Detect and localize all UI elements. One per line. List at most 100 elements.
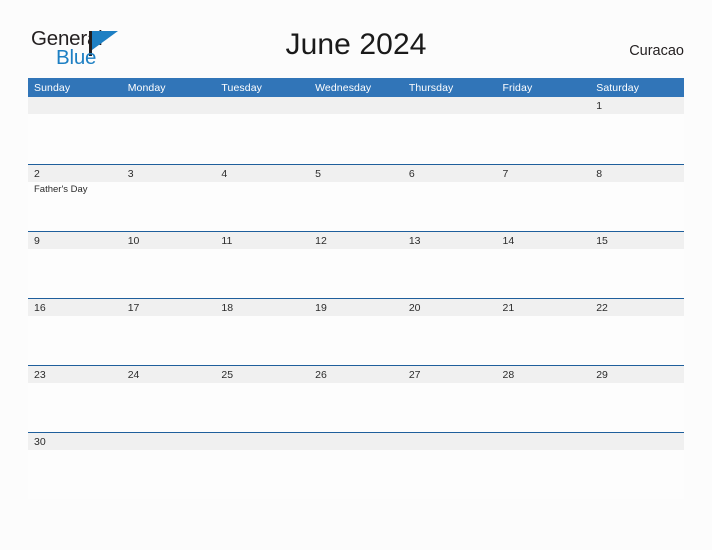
day-number-9[interactable]: 9: [28, 232, 122, 249]
day-events-cell: [497, 450, 591, 498]
day-of-week-header-tuesday: Tuesday: [221, 81, 262, 94]
day-events-cell: [215, 114, 309, 162]
day-events-cell: [28, 383, 122, 431]
day-number-17[interactable]: 17: [122, 299, 216, 316]
day-events-cell: [215, 450, 309, 498]
day-events-cell: [122, 383, 216, 431]
day-number-26[interactable]: 26: [309, 366, 403, 383]
day-number-25[interactable]: 25: [215, 366, 309, 383]
day-number-16[interactable]: 16: [28, 299, 122, 316]
day-number-5[interactable]: 5: [309, 165, 403, 182]
day-number-18[interactable]: 18: [215, 299, 309, 316]
week-date-number-band: 2345678: [28, 165, 684, 182]
day-number-14[interactable]: 14: [497, 232, 591, 249]
day-number-19[interactable]: 19: [309, 299, 403, 316]
day-number-30[interactable]: 30: [28, 433, 122, 450]
day-events-cell: [122, 114, 216, 162]
day-events-cell: [215, 182, 309, 230]
calendar-week-row: 1: [28, 97, 684, 164]
calendar-week-row: 30: [28, 432, 684, 499]
day-of-week-header-wednesday: Wednesday: [315, 81, 372, 94]
day-events-cell: [403, 383, 497, 431]
day-number-20[interactable]: 20: [403, 299, 497, 316]
day-events-cell: [215, 316, 309, 364]
day-of-week-header-thursday: Thursday: [408, 81, 454, 94]
week-date-number-band: 1: [28, 97, 684, 114]
day-events-cell: [122, 450, 216, 498]
day-number-15[interactable]: 15: [590, 232, 684, 249]
day-number-7[interactable]: 7: [497, 165, 591, 182]
day-events-cell: [309, 383, 403, 431]
day-events-cell: [497, 383, 591, 431]
country-label: Curacao: [629, 43, 684, 59]
day-number-1[interactable]: 1: [590, 97, 684, 114]
day-number-3[interactable]: 3: [122, 165, 216, 182]
day-events-cell: [590, 114, 684, 162]
day-events-cell: [122, 316, 216, 364]
week-event-band: [28, 316, 684, 364]
day-number-12[interactable]: 12: [309, 232, 403, 249]
page-header: General Blue June 2024 Curacao: [0, 0, 712, 78]
day-number-4[interactable]: 4: [215, 165, 309, 182]
day-events-cell: [215, 383, 309, 431]
calendar-grid: Sunday Monday Tuesday Wednesday Thursday Frid…: [28, 78, 684, 499]
day-events-cell: [122, 249, 216, 297]
day-events-cell: [497, 182, 591, 230]
day-events-cell: [403, 182, 497, 230]
day-events-cell: [309, 316, 403, 364]
week-event-band: Father's Day: [28, 182, 684, 230]
day-number-13[interactable]: 13: [403, 232, 497, 249]
calendar-week-row: 23 24 25 26 27 28 29: [28, 365, 684, 432]
day-number-8[interactable]: 8: [590, 165, 684, 182]
day-events-cell: Father's Day: [28, 182, 122, 230]
week-date-number-band: 23 24 25 26 27 28 29: [28, 366, 684, 383]
day-events-cell: [309, 182, 403, 230]
day-number-27[interactable]: 27: [403, 366, 497, 383]
day-number-6[interactable]: 6: [403, 165, 497, 182]
day-of-week-header-friday: Friday: [502, 81, 533, 94]
day-number-23[interactable]: 23: [28, 366, 122, 383]
day-events-cell: [403, 316, 497, 364]
day-events-cell: [403, 450, 497, 498]
calendar-weeks: 1 2 3 4 5 6 7 8 Father's Day 9 10 11 12 13 14 15 16 17 18 1…: [28, 97, 684, 499]
calendar-week-row: 16 17 18 19 20 21 22: [28, 298, 684, 365]
day-number-22[interactable]: 22: [590, 299, 684, 316]
day-events-cell: [403, 249, 497, 297]
day-events-cell: [403, 114, 497, 162]
day-events-cell: [309, 114, 403, 162]
calendar-page: General Blue June 2024 Curacao Sunday Mon…: [0, 0, 712, 550]
day-events-cell: [590, 450, 684, 498]
day-events-cell: [28, 316, 122, 364]
day-number-2[interactable]: 2: [28, 165, 122, 182]
day-of-week-header-sunday: Sunday: [34, 81, 71, 94]
day-events-cell: [497, 316, 591, 364]
day-number-21[interactable]: 21: [497, 299, 591, 316]
week-event-band: [28, 450, 684, 498]
week-date-number-band: 9 10 11 12 13 14 15: [28, 232, 684, 249]
day-of-week-header-row: Sunday Monday Tuesday Wednesday Thursday Frid…: [28, 78, 684, 97]
day-events-cell: [590, 249, 684, 297]
day-events-cell: [28, 450, 122, 498]
day-events-cell: [28, 114, 122, 162]
day-events-cell: [309, 450, 403, 498]
day-of-week-header-monday: Monday: [127, 81, 166, 94]
holiday-event-label: Father's Day: [34, 184, 88, 195]
day-events-cell: [497, 114, 591, 162]
day-events-cell: [590, 383, 684, 431]
calendar-week-row: 2 3 4 5 6 7 8 Father's Day: [28, 164, 684, 231]
day-number-28[interactable]: 28: [497, 366, 591, 383]
day-events-cell: [590, 316, 684, 364]
week-event-band: [28, 383, 684, 431]
day-number-29[interactable]: 29: [590, 366, 684, 383]
day-of-week-header-saturday: Saturday: [596, 81, 640, 94]
calendar-week-row: 9 10 11 12 13 14 15: [28, 231, 684, 298]
day-number-24[interactable]: 24: [122, 366, 216, 383]
day-events-cell: [590, 182, 684, 230]
week-date-number-band: 30: [28, 433, 684, 450]
day-number-10[interactable]: 10: [122, 232, 216, 249]
day-number-11[interactable]: 11: [215, 232, 309, 249]
week-event-band: [28, 114, 684, 162]
day-events-cell: [122, 182, 216, 230]
week-date-number-band: 16 17 18 19 20 21 22: [28, 299, 684, 316]
week-event-band: [28, 249, 684, 297]
